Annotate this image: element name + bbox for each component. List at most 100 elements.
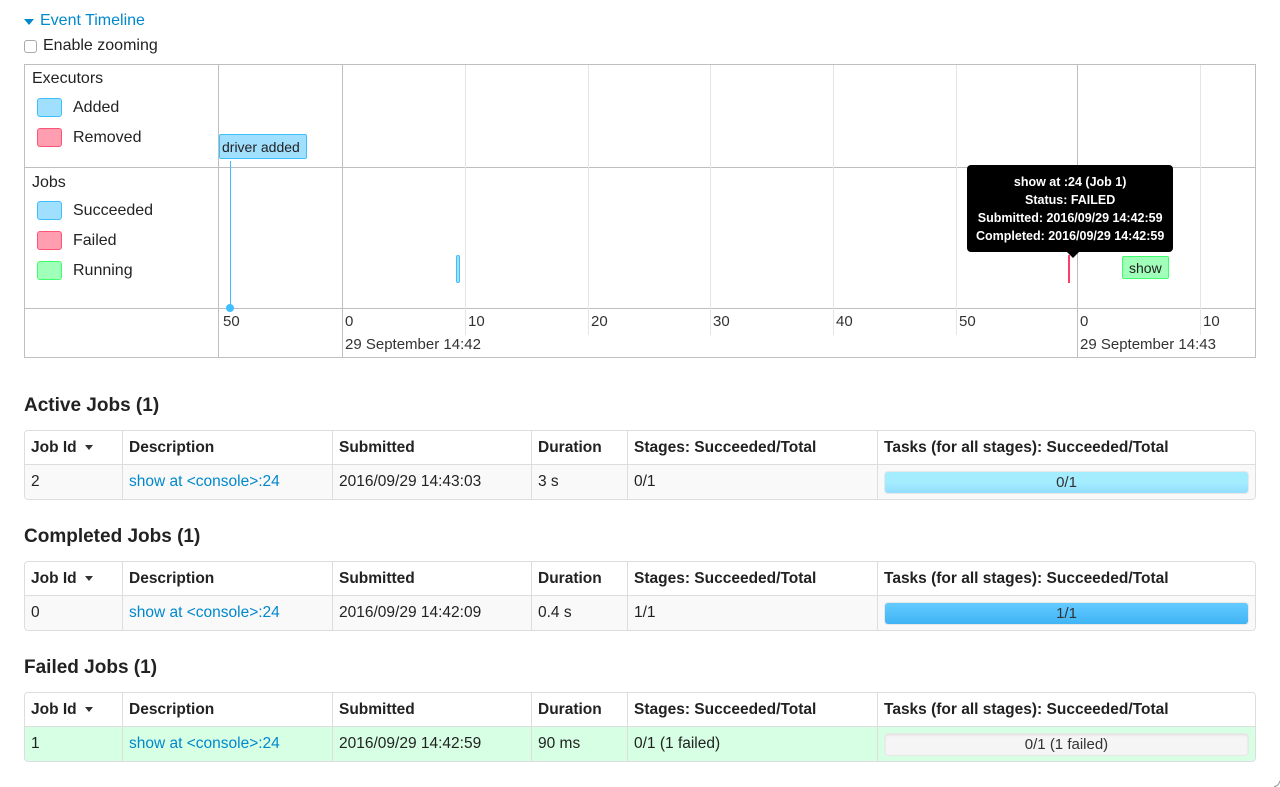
legend-label: Added	[73, 99, 119, 117]
col-job-id[interactable]: Job Id	[25, 562, 123, 596]
col-submitted[interactable]: Submitted	[333, 562, 532, 596]
legend-label: Failed	[73, 232, 117, 250]
removed-swatch	[37, 128, 62, 147]
tasks-progress-bar: 1/1	[884, 602, 1249, 625]
col-stages[interactable]: Stages: Succeeded/Total	[628, 562, 878, 596]
tooltip-arrow	[1067, 252, 1079, 258]
grid-line	[710, 65, 711, 335]
active-jobs-table: Job Id Description Submitted Duration St…	[24, 430, 1256, 500]
col-submitted[interactable]: Submitted	[333, 431, 532, 465]
running-swatch	[37, 261, 62, 280]
duration: 0.4 s	[532, 596, 628, 630]
event-timeline-toggle[interactable]: Event Timeline	[24, 12, 145, 30]
table-header-row: Job Id Description Submitted Duration St…	[25, 562, 1255, 596]
sort-desc-icon	[85, 576, 93, 581]
completed-jobs-table: Job Id Description Submitted Duration St…	[24, 561, 1256, 631]
tick-label: 30	[713, 313, 730, 330]
submitted: 2016/09/29 14:42:59	[333, 727, 532, 761]
enable-zooming-label: Enable zooming	[43, 37, 158, 55]
col-description[interactable]: Description	[123, 562, 333, 596]
executors-group-title: Executors	[32, 70, 103, 88]
tick-label: 40	[836, 313, 853, 330]
active-jobs-title[interactable]: Active Jobs (1)	[24, 395, 159, 417]
tick-label: 20	[591, 313, 608, 330]
col-stages[interactable]: Stages: Succeeded/Total	[628, 431, 878, 465]
grid-line	[588, 65, 589, 335]
duration: 3 s	[532, 465, 628, 499]
event-timeline-label: Event Timeline	[40, 12, 145, 30]
tasks-cell: 1/1	[878, 596, 1255, 630]
job-id: 0	[25, 596, 123, 630]
duration: 90 ms	[532, 727, 628, 761]
description-cell: show at <console>:24	[123, 727, 333, 761]
tasks-progress-bar: 0/1	[884, 471, 1249, 494]
progress-text: 0/1	[885, 472, 1248, 493]
driver-event-dot[interactable]	[226, 304, 234, 312]
submitted: 2016/09/29 14:42:09	[333, 596, 532, 630]
description-cell: show at <console>:24	[123, 596, 333, 630]
col-label: Job Id	[31, 439, 77, 456]
sort-desc-icon	[85, 445, 93, 450]
tick-label: 0	[345, 313, 353, 330]
table-row: 1 show at <console>:24 2016/09/29 14:42:…	[25, 727, 1255, 761]
tasks-progress-bar: 0/1 (1 failed)	[884, 733, 1249, 756]
col-job-id[interactable]: Job Id	[25, 693, 123, 727]
job-1-failed-bar[interactable]	[1068, 255, 1070, 283]
legend-label: Running	[73, 262, 133, 280]
tick-label: 10	[468, 313, 485, 330]
job-2-running-bar[interactable]: show	[1122, 256, 1169, 279]
col-description[interactable]: Description	[123, 431, 333, 465]
job-description-link[interactable]: show at <console>:24	[129, 735, 280, 752]
legend-job-succeeded: Succeeded	[37, 201, 153, 220]
legend-executor-added: Added	[37, 98, 119, 117]
submitted: 2016/09/29 14:43:03	[333, 465, 532, 499]
completed-jobs-title[interactable]: Completed Jobs (1)	[24, 526, 200, 548]
job-description-link[interactable]: show at <console>:24	[129, 604, 280, 621]
stages: 1/1	[628, 596, 878, 630]
tooltip-line-completed: Completed: 2016/09/29 14:42:59	[976, 227, 1164, 245]
col-duration[interactable]: Duration	[532, 693, 628, 727]
col-description[interactable]: Description	[123, 693, 333, 727]
jobs-group-title: Jobs	[32, 174, 66, 192]
col-duration[interactable]: Duration	[532, 562, 628, 596]
enable-zooming-checkbox[interactable]	[24, 40, 37, 53]
tooltip-line-title: show at :24 (Job 1)	[976, 173, 1164, 191]
col-submitted[interactable]: Submitted	[333, 693, 532, 727]
legend-job-running: Running	[37, 261, 133, 280]
added-swatch	[37, 98, 62, 117]
job-id: 2	[25, 465, 123, 499]
col-tasks[interactable]: Tasks (for all stages): Succeeded/Total	[878, 431, 1255, 465]
grid-line	[833, 65, 834, 335]
sort-desc-icon	[85, 707, 93, 712]
job-id: 1	[25, 727, 123, 761]
enable-zooming-row[interactable]: Enable zooming	[24, 37, 158, 55]
driver-added-event[interactable]: driver added	[219, 134, 307, 159]
col-stages[interactable]: Stages: Succeeded/Total	[628, 693, 878, 727]
timeline-canvas[interactable]: 50 0 10 20 30 40 50 0 10 29 September 14…	[219, 65, 1255, 357]
legend-job-failed: Failed	[37, 231, 117, 250]
tick-label: 10	[1203, 313, 1220, 330]
job-description-link[interactable]: show at <console>:24	[129, 473, 280, 490]
job-tooltip: show at :24 (Job 1) Status: FAILED Submi…	[967, 165, 1173, 252]
progress-text: 1/1	[885, 603, 1248, 624]
progress-text: 0/1 (1 failed)	[885, 734, 1248, 755]
col-duration[interactable]: Duration	[532, 431, 628, 465]
failed-jobs-title[interactable]: Failed Jobs (1)	[24, 657, 157, 679]
grid-line	[1200, 65, 1201, 335]
caret-down-icon	[24, 19, 34, 25]
failed-jobs-table: Job Id Description Submitted Duration St…	[24, 692, 1256, 762]
legend-label: Removed	[73, 129, 141, 147]
tick-label: 0	[1080, 313, 1088, 330]
col-tasks[interactable]: Tasks (for all stages): Succeeded/Total	[878, 693, 1255, 727]
grid-line	[465, 65, 466, 335]
event-timeline[interactable]: Executors Added Removed Jobs Succeeded F…	[24, 64, 1256, 358]
col-label: Job Id	[31, 701, 77, 718]
tooltip-line-status: Status: FAILED	[976, 191, 1164, 209]
job-0-succeeded-bar[interactable]	[456, 255, 460, 283]
table-row: 0 show at <console>:24 2016/09/29 14:42:…	[25, 596, 1255, 630]
stages: 0/1 (1 failed)	[628, 727, 878, 761]
col-job-id[interactable]: Job Id	[25, 431, 123, 465]
tick-label: 50	[959, 313, 976, 330]
col-tasks[interactable]: Tasks (for all stages): Succeeded/Total	[878, 562, 1255, 596]
window-resize-grip[interactable]	[1274, 781, 1280, 787]
